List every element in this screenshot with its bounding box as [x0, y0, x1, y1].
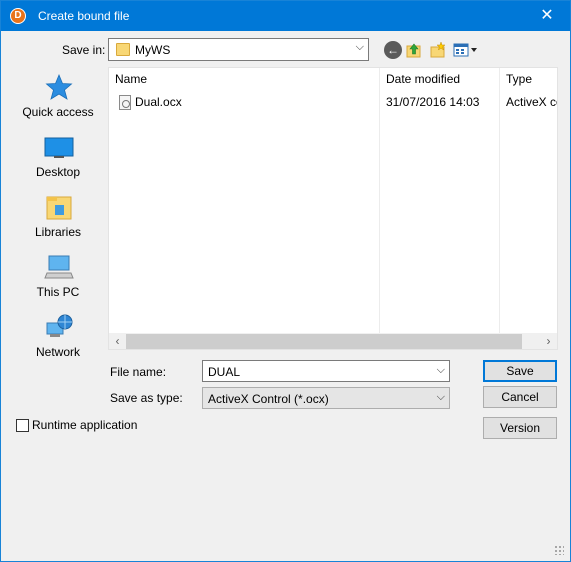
place-label: Quick access — [22, 105, 94, 119]
horizontal-scrollbar[interactable]: ‹ › — [109, 333, 557, 349]
ocx-file-icon — [119, 95, 131, 110]
computer-icon — [44, 253, 74, 281]
column-header-date[interactable]: Date modified — [380, 68, 500, 90]
save-in-value: MyWS — [135, 43, 171, 57]
place-quick-access[interactable]: Quick access — [8, 67, 108, 125]
place-libraries[interactable]: Libraries — [8, 187, 108, 245]
chevron-down-icon[interactable]: ⌵ — [437, 364, 445, 377]
filename-value: DUAL — [208, 365, 241, 379]
desktop-icon — [44, 133, 74, 161]
place-label: This PC — [36, 285, 80, 299]
save-as-type-dropdown[interactable]: ActiveX Control (*.ocx) ⌵ — [202, 387, 450, 409]
up-folder-icon[interactable] — [405, 41, 423, 59]
place-this-pc[interactable]: This PC — [8, 247, 108, 305]
file-type: ActiveX co — [506, 95, 558, 109]
libraries-icon — [44, 193, 74, 221]
folder-icon — [116, 43, 130, 56]
save-as-type-value: ActiveX Control (*.ocx) — [208, 392, 329, 406]
new-folder-icon[interactable] — [429, 41, 447, 59]
chevron-down-icon: ⌵ — [355, 41, 364, 53]
place-label: Libraries — [34, 225, 82, 239]
save-button[interactable]: Save — [483, 360, 557, 382]
column-header-type[interactable]: Type — [500, 68, 557, 90]
version-button[interactable]: Version — [483, 417, 557, 439]
chevron-down-icon: ⌵ — [436, 391, 445, 403]
place-label: Network — [35, 345, 80, 359]
scroll-left-icon[interactable]: ‹ — [109, 333, 126, 349]
close-button[interactable]: ✕ — [524, 1, 570, 31]
save-in-dropdown[interactable]: MyWS ⌵ — [108, 38, 369, 61]
filename-label: File name: — [110, 365, 167, 379]
runtime-application-label[interactable]: Runtime application — [32, 418, 137, 432]
runtime-application-checkbox[interactable] — [16, 419, 29, 432]
scroll-thumb[interactable] — [126, 334, 522, 349]
file-date: 31/07/2016 14:03 — [386, 95, 480, 109]
file-name: Dual.ocx — [135, 95, 182, 109]
save-in-label: Save in: — [62, 43, 106, 57]
scroll-right-icon[interactable]: › — [540, 333, 557, 349]
place-desktop[interactable]: Desktop — [8, 127, 108, 185]
network-icon — [44, 313, 74, 341]
file-list[interactable]: ^ Name Date modified Type Dual.ocx 31/07… — [108, 67, 558, 350]
places-bar: Quick access Desktop Libraries This PC N… — [8, 67, 108, 367]
cancel-button[interactable]: Cancel — [483, 386, 557, 408]
resize-grip[interactable] — [554, 545, 564, 555]
window-title: Create bound file — [38, 9, 130, 23]
app-icon: D — [10, 8, 26, 24]
view-menu-icon[interactable] — [453, 41, 479, 59]
title-bar[interactable]: D Create bound file ✕ — [1, 1, 570, 31]
dialog-window: D Create bound file ✕ Save in: MyWS ⌵ ← — [0, 0, 571, 562]
save-as-type-label: Save as type: — [110, 391, 183, 405]
column-header-name[interactable]: Name — [109, 68, 380, 90]
place-label: Desktop — [35, 165, 81, 179]
star-icon — [44, 73, 74, 101]
back-icon[interactable]: ← — [384, 41, 402, 59]
file-row[interactable]: Dual.ocx 31/07/2016 14:03 ActiveX co — [113, 93, 557, 113]
place-network[interactable]: Network — [8, 307, 108, 365]
filename-input[interactable]: DUAL ⌵ — [202, 360, 450, 382]
